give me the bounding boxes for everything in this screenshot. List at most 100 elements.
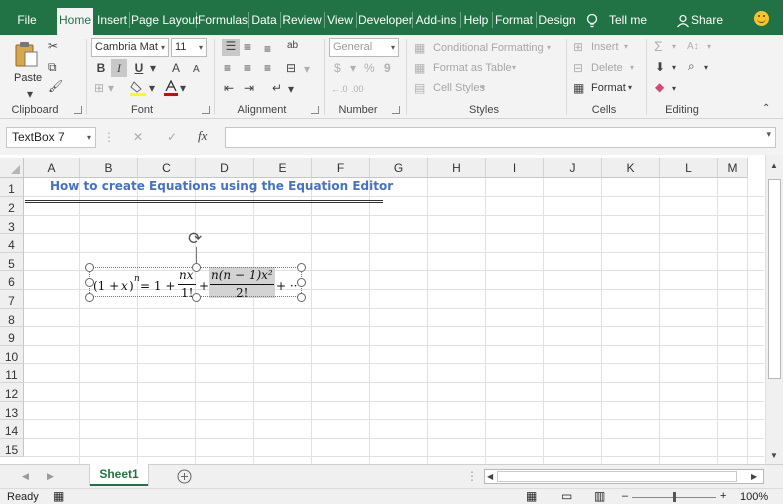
format-as-table-dropdown-icon[interactable]: ▾ xyxy=(512,61,516,75)
font-size-combo[interactable]: 11 ▾ xyxy=(171,38,207,57)
fill-color-icon[interactable] xyxy=(130,80,148,96)
row-header-8[interactable]: 8 xyxy=(0,308,24,328)
row-header-6[interactable]: 6 xyxy=(0,271,24,290)
zoom-in-button[interactable]: + xyxy=(720,490,726,502)
paste-button[interactable]: Paste xyxy=(14,70,42,86)
resize-handle-right[interactable] xyxy=(297,278,306,287)
page-break-view-icon[interactable]: ▥ xyxy=(594,489,605,503)
scroll-left-icon[interactable]: ◀ xyxy=(487,470,493,484)
scroll-up-icon[interactable]: ▲ xyxy=(770,159,778,173)
insert-dropdown-icon[interactable]: ▾ xyxy=(624,40,628,54)
find-select-icon[interactable]: ⌕ xyxy=(688,59,695,73)
accounting-format-button[interactable]: $ xyxy=(334,61,341,75)
font-color-icon[interactable] xyxy=(163,80,179,96)
font-launcher-icon[interactable] xyxy=(202,106,210,114)
collapse-ribbon-icon[interactable]: ⌃ xyxy=(762,102,770,116)
number-launcher-icon[interactable] xyxy=(392,106,400,114)
sheet-tab-sheet1[interactable]: Sheet1 xyxy=(90,464,148,486)
zoom-level[interactable]: 100% xyxy=(740,491,768,503)
orientation-icon[interactable]: ab xyxy=(287,39,298,53)
tab-insert[interactable]: Insert xyxy=(96,8,128,32)
autosum-icon[interactable]: Σ xyxy=(654,39,663,53)
next-sheet-icon[interactable]: ▶ xyxy=(47,469,54,483)
insert-function-button[interactable]: fx xyxy=(198,129,207,143)
row-header-3[interactable]: 3 xyxy=(0,215,24,235)
tab-help[interactable]: Help xyxy=(462,8,490,32)
row-header-15[interactable]: 15 xyxy=(0,438,24,458)
formula-input[interactable]: ▾ xyxy=(225,127,776,148)
clear-icon[interactable]: ◆ xyxy=(655,80,664,94)
font-name-combo[interactable]: Cambria Mat ▾ xyxy=(91,38,169,57)
accounting-dropdown-icon[interactable]: ▾ xyxy=(350,61,356,75)
column-header-g[interactable]: G xyxy=(370,158,428,178)
resize-handle-top-left[interactable] xyxy=(85,263,94,272)
column-header-c[interactable]: C xyxy=(138,158,196,178)
row-header-12[interactable]: 12 xyxy=(0,383,24,402)
number-format-combo[interactable]: General ▾ xyxy=(329,38,399,57)
cancel-entry-icon[interactable]: ✕ xyxy=(133,130,143,144)
delete-cells-button[interactable]: Delete xyxy=(591,60,623,76)
column-header-f[interactable]: F xyxy=(312,158,370,178)
alignment-launcher-icon[interactable] xyxy=(311,106,319,114)
fill-icon[interactable]: ⬇ xyxy=(655,60,665,74)
column-header-a[interactable]: A xyxy=(24,158,80,178)
wrap-dropdown-icon[interactable]: ▾ xyxy=(288,82,294,96)
align-top-icon[interactable]: ☰ xyxy=(222,39,240,56)
underline-dropdown-icon[interactable]: ▾ xyxy=(150,61,156,75)
column-header-m[interactable]: M xyxy=(718,158,748,178)
wrap-text-icon[interactable]: ↵ xyxy=(272,81,282,95)
tab-data[interactable]: Data xyxy=(250,8,278,32)
merge-center-icon[interactable]: ⊟ xyxy=(286,61,296,75)
align-left-icon[interactable]: ≡ xyxy=(224,61,231,75)
shrink-font-button[interactable]: A xyxy=(193,63,200,77)
column-header-e[interactable]: E xyxy=(254,158,312,178)
horizontal-scroll-thumb[interactable] xyxy=(497,471,737,482)
tab-formulas[interactable]: Formulas xyxy=(198,8,248,32)
row-header-10[interactable]: 10 xyxy=(0,345,24,365)
normal-view-icon[interactable]: ▦ xyxy=(526,489,537,503)
conditional-formatting-dropdown-icon[interactable]: ▾ xyxy=(547,41,551,55)
resize-handle-top-right[interactable] xyxy=(297,263,306,272)
cut-icon[interactable]: ✂ xyxy=(48,39,58,53)
macro-recording-icon[interactable]: ▦ xyxy=(53,489,64,503)
row-header-11[interactable]: 11 xyxy=(0,364,24,383)
decrease-decimal-button[interactable]: .00 xyxy=(351,82,364,96)
tab-page-layout[interactable]: Page Layout xyxy=(131,8,198,32)
merge-dropdown-icon[interactable]: ▾ xyxy=(304,62,310,76)
sort-filter-dropdown-icon[interactable]: ▾ xyxy=(707,40,711,54)
column-header-b[interactable]: B xyxy=(80,158,138,178)
confirm-entry-icon[interactable]: ✓ xyxy=(167,130,177,144)
copy-icon[interactable]: ⧉ xyxy=(48,60,57,74)
tab-home[interactable]: Home xyxy=(57,8,93,35)
comma-style-button[interactable]: 9 xyxy=(384,61,391,75)
increase-decimal-button[interactable]: ←.0 xyxy=(331,82,348,96)
row-header-14[interactable]: 14 xyxy=(0,420,24,439)
row-header-5[interactable]: 5 xyxy=(0,252,24,272)
row-header-4[interactable]: 4 xyxy=(0,234,24,253)
align-right-icon[interactable]: ≡ xyxy=(264,61,271,75)
share-button[interactable]: Share xyxy=(690,8,724,32)
tab-design[interactable]: Design xyxy=(538,8,576,32)
tab-view[interactable]: View xyxy=(326,8,354,32)
new-sheet-icon[interactable] xyxy=(177,469,192,484)
font-color-dropdown-icon[interactable]: ▾ xyxy=(180,81,186,95)
tab-review[interactable]: Review xyxy=(282,8,322,32)
format-as-table-button[interactable]: Format as Table xyxy=(433,60,512,76)
percent-style-button[interactable]: % xyxy=(364,61,375,75)
clear-dropdown-icon[interactable]: ▾ xyxy=(672,82,676,96)
find-select-dropdown-icon[interactable]: ▾ xyxy=(704,61,708,75)
vertical-scrollbar[interactable]: ▲ ▼ xyxy=(765,155,783,464)
previous-sheet-icon[interactable]: ◀ xyxy=(22,469,29,483)
align-middle-icon[interactable]: ≡ xyxy=(244,40,251,54)
tab-format[interactable]: Format xyxy=(494,8,534,32)
cell-b1-title[interactable]: How to create Equations using the Equati… xyxy=(50,179,393,193)
row-header-7[interactable]: 7 xyxy=(0,290,24,309)
sort-filter-icon[interactable]: A↕ xyxy=(687,40,699,54)
page-layout-view-icon[interactable]: ▭ xyxy=(561,489,572,503)
horizontal-scrollbar[interactable]: ◀ ▶ xyxy=(484,469,764,484)
scroll-right-icon[interactable]: ▶ xyxy=(751,470,757,484)
tell-me-search[interactable]: Tell me xyxy=(606,8,650,32)
bold-button[interactable]: B xyxy=(94,61,108,75)
clipboard-launcher-icon[interactable] xyxy=(74,106,82,114)
select-all-corner[interactable] xyxy=(0,158,24,178)
